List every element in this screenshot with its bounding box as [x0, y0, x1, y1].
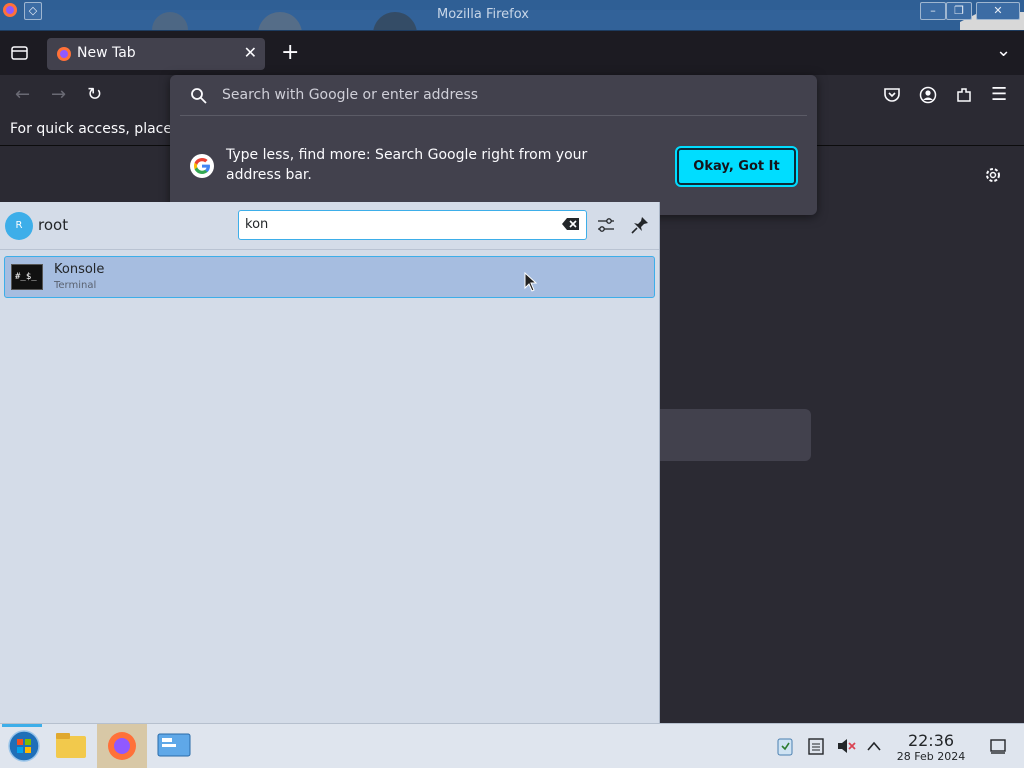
- app-menu-button[interactable]: ☰: [991, 84, 1007, 105]
- tab-new-tab[interactable]: New Tab ✕: [47, 38, 265, 70]
- new-tab-button[interactable]: +: [281, 40, 299, 65]
- search-value: kon: [245, 217, 269, 232]
- username-label: root: [38, 216, 69, 234]
- account-icon[interactable]: [919, 86, 937, 104]
- mouse-cursor-icon: [524, 272, 538, 292]
- window-title: Mozilla Firefox: [437, 7, 529, 22]
- show-desktop-icon[interactable]: [989, 737, 1007, 755]
- google-tip-text: Type less, find more: Search Google righ…: [226, 147, 588, 183]
- result-name: Konsole: [54, 262, 105, 277]
- list-all-tabs-icon[interactable]: ⌄: [996, 40, 1011, 61]
- search-card: [659, 409, 811, 461]
- pin-icon[interactable]: [630, 215, 650, 235]
- firefox-view-icon[interactable]: [10, 44, 30, 62]
- clock-date: 28 Feb 2024: [896, 750, 966, 763]
- avatar[interactable]: R: [5, 212, 33, 240]
- gear-icon[interactable]: [984, 166, 1002, 184]
- file-manager-icon[interactable]: [48, 724, 96, 768]
- window-titlebar: ◇ Mozilla Firefox – ❐ ✕: [0, 0, 1024, 31]
- clock-time: 22:36: [907, 731, 955, 750]
- close-button[interactable]: ✕: [976, 2, 1020, 20]
- firefox-icon[interactable]: [98, 724, 146, 768]
- tab-label: New Tab: [77, 45, 136, 61]
- clear-text-icon[interactable]: [562, 217, 580, 231]
- tray-expand-icon[interactable]: [866, 740, 882, 752]
- tab-close-icon[interactable]: ✕: [244, 43, 257, 62]
- svg-text:#_$_: #_$_: [15, 272, 37, 282]
- search-icon: [191, 88, 207, 104]
- digital-clock[interactable]: 22:36 28 Feb 2024: [888, 731, 974, 763]
- pocket-icon[interactable]: [883, 87, 901, 103]
- google-icon: [190, 154, 214, 178]
- reload-button[interactable]: ↻: [87, 84, 102, 105]
- firefox-icon: [57, 47, 71, 61]
- list-item[interactable]: #_$_ Konsole Terminal: [4, 256, 655, 298]
- bookmarks-empty-text: For quick access, place y: [10, 121, 185, 137]
- taskbar: [0, 723, 1024, 768]
- configure-icon[interactable]: [596, 215, 616, 235]
- back-button[interactable]: ←: [15, 84, 30, 105]
- forward-button[interactable]: →: [51, 84, 66, 105]
- system-settings-icon[interactable]: [150, 724, 198, 768]
- urlbar-separator: [180, 115, 807, 116]
- maximize-button[interactable]: ❐: [946, 2, 972, 20]
- notes-icon[interactable]: [807, 736, 825, 756]
- okay-got-it-button[interactable]: Okay, Got It: [675, 146, 798, 187]
- launcher-separator: [0, 249, 659, 250]
- result-description: Terminal: [54, 280, 97, 291]
- urlbar-popup: Search with Google or enter address Type…: [170, 75, 817, 215]
- extensions-icon[interactable]: [955, 86, 973, 104]
- launcher-search-input[interactable]: kon: [238, 210, 587, 240]
- urlbar-input[interactable]: Search with Google or enter address: [222, 87, 478, 103]
- minimize-button[interactable]: –: [920, 2, 946, 20]
- terminal-icon: #_$_: [11, 264, 43, 290]
- volume-muted-icon[interactable]: [836, 737, 856, 755]
- clipboard-icon[interactable]: [776, 736, 794, 756]
- start-menu-icon[interactable]: [0, 724, 48, 768]
